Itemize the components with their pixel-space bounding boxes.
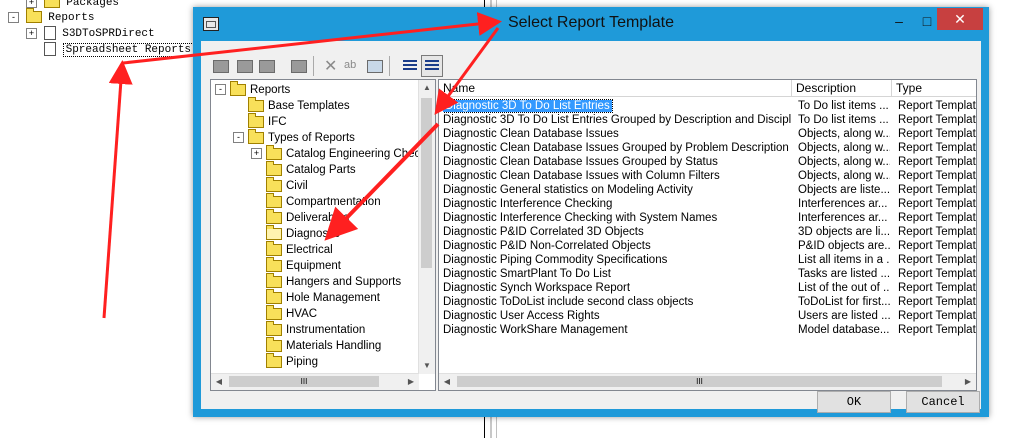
annotation-arrows	[102, 12, 502, 319]
annotation-arrow	[324, 122, 440, 241]
annotation-arrow	[102, 60, 133, 319]
annotation-arrow	[434, 27, 500, 115]
annotation-arrow	[122, 12, 502, 65]
